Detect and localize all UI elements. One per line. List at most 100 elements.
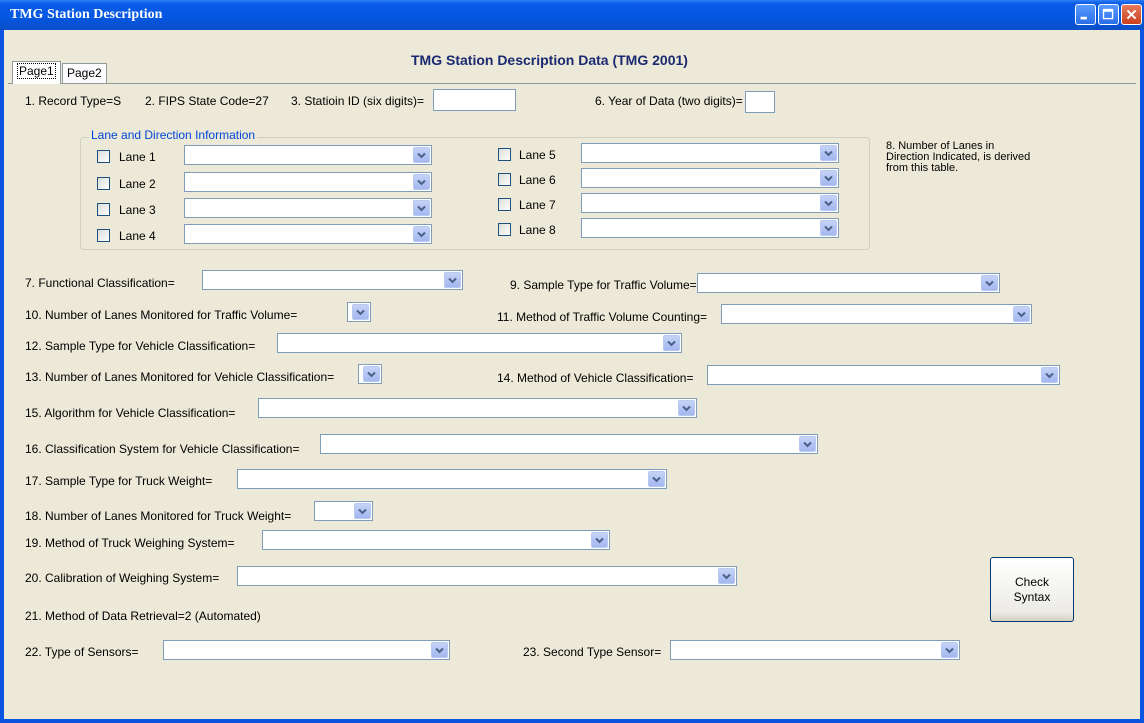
dropdown-arrow[interactable] [718, 568, 735, 584]
tab-page1[interactable]: Page1 [12, 61, 61, 84]
chevron-down-icon [417, 179, 426, 186]
chevron-down-icon [448, 277, 457, 284]
dropdown-arrow[interactable] [648, 471, 665, 487]
lane-group-legend: Lane and Direction Information [89, 128, 258, 142]
sensor-type-dropdown[interactable] [163, 640, 450, 660]
lane8-dropdown-arrow[interactable] [820, 220, 837, 236]
classification-algorithm-label: 15. Algorithm for Vehicle Classification… [25, 406, 236, 420]
chevron-down-icon [803, 441, 812, 448]
dropdown-arrow[interactable] [799, 436, 816, 452]
year-of-data-input[interactable] [745, 91, 775, 113]
lane5-dropdown[interactable] [581, 143, 839, 163]
check-syntax-button[interactable]: Check Syntax [990, 557, 1074, 622]
lane2-dropdown-arrow[interactable] [413, 174, 430, 190]
traffic-volume-counting-method-dropdown[interactable] [721, 304, 1032, 324]
lane8-checkbox[interactable] [498, 223, 511, 236]
functional-classification-dropdown[interactable] [202, 270, 463, 290]
lane2-checkbox[interactable] [97, 177, 110, 190]
chevron-down-icon [824, 225, 833, 232]
truck-weighing-system-dropdown[interactable] [262, 530, 610, 550]
lane8-dropdown[interactable] [581, 218, 839, 238]
lane2-label: Lane 2 [119, 177, 156, 191]
lane3-label: Lane 3 [119, 203, 156, 217]
classification-system-dropdown[interactable] [320, 434, 818, 454]
functional-classification-label: 7. Functional Classification= [25, 276, 175, 290]
tab-page2[interactable]: Page2 [62, 63, 107, 83]
minimize-button[interactable] [1075, 4, 1096, 25]
lane3-checkbox[interactable] [97, 203, 110, 216]
lane4-checkbox[interactable] [97, 229, 110, 242]
classification-algorithm-dropdown[interactable] [258, 398, 697, 418]
classification-system-label: 16. Classification System for Vehicle Cl… [25, 442, 300, 456]
lanes-monitored-traffic-volume-label: 10. Number of Lanes Monitored for Traffi… [25, 308, 298, 322]
lane5-checkbox[interactable] [498, 148, 511, 161]
chevron-down-icon [667, 340, 676, 347]
chevron-down-icon [417, 152, 426, 159]
lane4-dropdown-arrow[interactable] [413, 226, 430, 242]
lane7-checkbox[interactable] [498, 198, 511, 211]
vehicle-classification-method-label: 14. Method of Vehicle Classification= [497, 371, 694, 385]
lane1-label: Lane 1 [119, 150, 156, 164]
close-button[interactable] [1121, 4, 1142, 25]
lane7-dropdown-arrow[interactable] [820, 195, 837, 211]
lane2-dropdown[interactable] [184, 172, 432, 192]
traffic-volume-counting-method-label: 11. Method of Traffic Volume Counting= [497, 310, 708, 324]
dropdown-arrow[interactable] [431, 642, 448, 658]
lane6-checkbox[interactable] [498, 173, 511, 186]
dropdown-arrow[interactable] [678, 400, 695, 416]
lanes-monitored-truck-weight-dropdown[interactable] [314, 501, 373, 521]
chevron-down-icon [358, 508, 367, 515]
lane5-dropdown-arrow[interactable] [820, 145, 837, 161]
lanes-monitored-traffic-volume-dropdown[interactable] [347, 302, 371, 322]
title-bar: TMG Station Description [0, 0, 1144, 30]
dropdown-arrow[interactable] [363, 366, 380, 382]
lane4-dropdown[interactable] [184, 224, 432, 244]
truck-weighing-system-label: 19. Method of Truck Weighing System= [25, 536, 235, 550]
sample-type-traffic-volume-dropdown[interactable] [697, 273, 1000, 293]
lane6-dropdown[interactable] [581, 168, 839, 188]
tab-page1-label: Page1 [17, 63, 56, 79]
maximize-button[interactable] [1098, 4, 1119, 25]
station-id-input[interactable] [433, 89, 516, 111]
sample-type-vehicle-classification-dropdown[interactable] [277, 333, 682, 353]
sample-type-traffic-volume-label: 9. Sample Type for Traffic Volume= [510, 278, 697, 292]
dropdown-arrow[interactable] [981, 275, 998, 291]
check-syntax-label: Check Syntax [1013, 575, 1051, 604]
lane7-dropdown[interactable] [581, 193, 839, 213]
lane3-dropdown-arrow[interactable] [413, 200, 430, 216]
second-sensor-type-dropdown[interactable] [670, 640, 960, 660]
dropdown-arrow[interactable] [444, 272, 461, 288]
lane1-dropdown[interactable] [184, 145, 432, 165]
chevron-down-icon [824, 175, 833, 182]
dropdown-arrow[interactable] [941, 642, 958, 658]
dropdown-arrow[interactable] [352, 304, 369, 320]
chevron-down-icon [824, 200, 833, 207]
lanes-monitored-vehicle-classification-dropdown[interactable] [358, 364, 382, 384]
chevron-down-icon [1045, 372, 1054, 379]
station-id-label: 3. Statioin ID (six digits)= [291, 94, 425, 108]
vehicle-classification-method-dropdown[interactable] [707, 365, 1060, 385]
lane5-label: Lane 5 [519, 148, 556, 162]
dropdown-arrow[interactable] [663, 335, 680, 351]
lanes-monitored-vehicle-classification-label: 13. Number of Lanes Monitored for Vehicl… [25, 370, 335, 384]
lane1-checkbox[interactable] [97, 150, 110, 163]
dropdown-arrow[interactable] [1013, 306, 1030, 322]
record-type-label: 1. Record Type=S [25, 94, 122, 108]
weighing-calibration-dropdown[interactable] [237, 566, 737, 586]
tab-panel-border [8, 83, 1136, 84]
dropdown-arrow[interactable] [591, 532, 608, 548]
data-retrieval-method-label: 21. Method of Data Retrieval=2 (Automate… [25, 609, 261, 623]
chevron-down-icon [367, 371, 376, 378]
sample-type-vehicle-classification-label: 12. Sample Type for Vehicle Classificati… [25, 339, 256, 353]
lane3-dropdown[interactable] [184, 198, 432, 218]
dropdown-arrow[interactable] [354, 503, 371, 519]
fips-state-code-label: 2. FIPS State Code=27 [145, 94, 269, 108]
chevron-down-icon [595, 537, 604, 544]
close-icon [1126, 9, 1137, 20]
lanes-monitored-truck-weight-label: 18. Number of Lanes Monitored for Truck … [25, 509, 292, 523]
lane1-dropdown-arrow[interactable] [413, 147, 430, 163]
sample-type-truck-weight-dropdown[interactable] [237, 469, 667, 489]
lane6-dropdown-arrow[interactable] [820, 170, 837, 186]
dropdown-arrow[interactable] [1041, 367, 1058, 383]
weighing-calibration-label: 20. Calibration of Weighing System= [25, 571, 220, 585]
